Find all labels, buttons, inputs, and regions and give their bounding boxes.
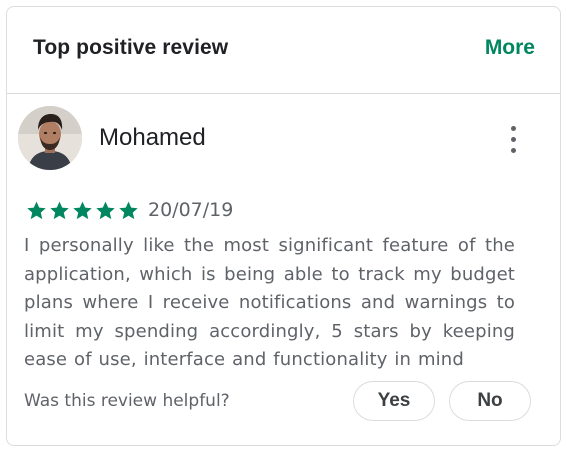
card-title: Top positive review	[33, 36, 229, 59]
more-link[interactable]: More	[485, 36, 535, 60]
review-card: Top positive review More	[6, 6, 561, 446]
star-icon	[96, 201, 115, 219]
helpful-yes-button[interactable]: Yes	[353, 381, 435, 421]
star-rating	[26, 200, 141, 221]
user-avatar-photo-icon	[18, 106, 82, 170]
star-icon	[119, 201, 138, 219]
rating-row: 20/07/19	[26, 198, 233, 222]
reviewer-name: Mohamed	[99, 124, 206, 151]
star-icon	[50, 201, 69, 219]
card-header: Top positive review More	[7, 7, 560, 94]
more-vert-icon[interactable]	[502, 124, 526, 156]
helpful-no-button[interactable]: No	[449, 381, 531, 421]
review-text: I personally like the most significant f…	[24, 235, 515, 370]
avatar	[18, 106, 82, 170]
review-date: 20/07/19	[148, 199, 234, 221]
star-icon	[27, 201, 46, 219]
star-icon	[73, 201, 92, 219]
helpful-question: Was this review helpful?	[24, 391, 230, 411]
